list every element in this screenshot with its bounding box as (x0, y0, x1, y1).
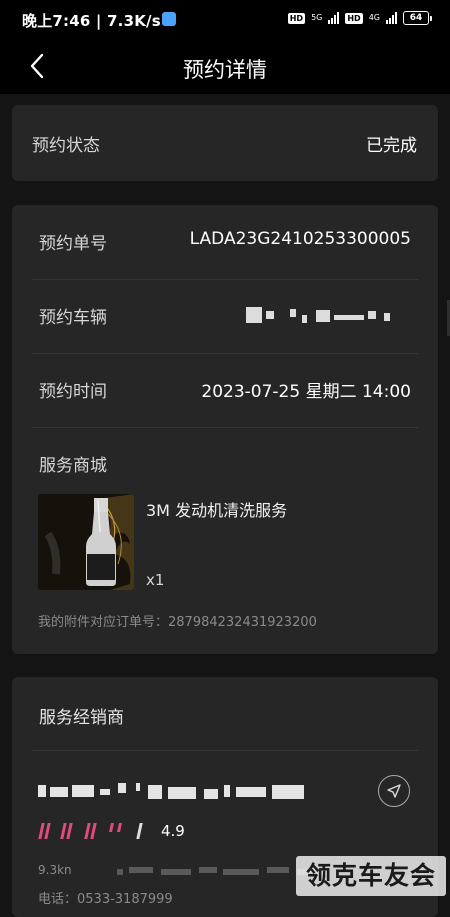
signal-icon-2 (386, 12, 397, 24)
hd-icon: HD (287, 12, 306, 24)
network-type-5g: 5G (311, 13, 323, 22)
signal-icon (328, 12, 340, 24)
app-notification-icon (162, 12, 176, 26)
vehicle-label: 预约车辆 (39, 308, 107, 328)
navigate-arrow-icon[interactable] (378, 775, 410, 807)
rating-stars (38, 823, 150, 841)
vehicle-row: 预约车辆 (32, 279, 418, 354)
dealer-name-masked[interactable] (38, 783, 308, 799)
product-quantity: x1 (146, 571, 165, 589)
vehicle-value-masked (246, 307, 396, 323)
page-title: 预约详情 (183, 58, 267, 82)
status-bar: 晚上7:46 | 7.3K/s HD 5G HD 4G 64 (0, 0, 450, 40)
divider (32, 750, 418, 751)
order-number-row: 预约单号 LADA23G2410253300005 (32, 205, 418, 280)
dealer-section-title: 服务经销商 (39, 708, 124, 728)
status-time: 晚上7:46 | 7.3K/s (22, 12, 161, 30)
booking-time-label: 预约时间 (39, 382, 107, 402)
order-number-label: 预约单号 (39, 234, 107, 254)
nav-bar: 预约详情 (0, 40, 450, 94)
watermark-logo: 领克车友会 (296, 856, 446, 896)
hd-icon-2: HD (345, 12, 363, 24)
booking-status-card: 预约状态 已完成 (12, 105, 438, 181)
booking-status-value: 已完成 (366, 136, 417, 156)
service-mall-label: 服务商城 (39, 456, 107, 476)
battery-level: 64 (403, 11, 429, 25)
product-name[interactable]: 3M 发动机清洗服务 (146, 497, 287, 521)
booking-detail-card: 预约单号 LADA23G2410253300005 预约车辆 预约时间 2023… (12, 205, 438, 654)
status-indicators: HD 5G HD 4G 64 (287, 11, 432, 25)
network-type-4g: 4G (368, 13, 380, 22)
dealer-distance: 9.3kn (38, 863, 72, 877)
dealer-phone[interactable]: 电话：0533-3187999 (38, 888, 173, 907)
battery-icon: 64 (403, 11, 432, 25)
booking-status-label: 预约状态 (32, 136, 100, 156)
order-number-value: LADA23G2410253300005 (189, 229, 411, 249)
booking-time-row: 预约时间 2023-07-25 星期二 14:00 (32, 353, 418, 428)
product-image[interactable] (38, 494, 134, 590)
rating-score: 4.9 (161, 822, 185, 840)
attachment-order-number: 我的附件对应订单号：287984232431923200 (38, 615, 317, 630)
booking-time-value: 2023-07-25 星期二 14:00 (201, 382, 411, 402)
